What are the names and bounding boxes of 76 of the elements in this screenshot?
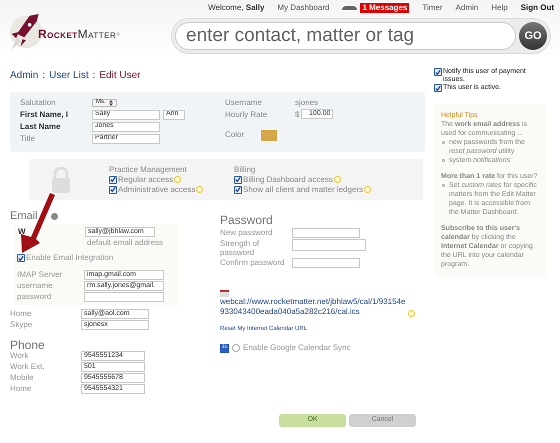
calendar-icon[interactable]: [220, 290, 229, 297]
search-field[interactable]: enter contact, matter or tag: [175, 22, 516, 50]
field-label: Color: [225, 129, 246, 141]
bullet-icon: [442, 141, 445, 144]
breadcrumb-link[interactable]: User List: [49, 68, 89, 82]
calendar-url-link[interactable]: webcal://www.rocketmatter.net/jbhlaw5/cal/1/93154e933043400eada040a5a282c216/cal.ics: [220, 297, 406, 317]
checkbox-label: Regular access: [118, 174, 174, 186]
welcome-text: Welcome, Sally: [208, 2, 264, 14]
breadcrumb-separator: :: [92, 68, 96, 82]
nav-link[interactable]: Help: [491, 2, 508, 14]
checkbox[interactable]: [109, 186, 117, 194]
logo[interactable]: RocketMatter$^{®}$: [8, 10, 120, 54]
field-label: Home: [10, 383, 32, 395]
lock-icon: [51, 166, 71, 192]
field-label: New password: [220, 228, 274, 237]
go-button[interactable]: GO: [519, 22, 547, 50]
hint-text: default email address: [87, 238, 164, 247]
group-title: Practice Management: [109, 164, 188, 174]
messages-link[interactable]: 1 Messages: [360, 2, 410, 12]
checkbox-label: Enable Google Calendar Sync: [243, 342, 351, 354]
checkbox[interactable]: [434, 68, 442, 76]
breadcrumb-link[interactable]: Admin: [10, 68, 38, 82]
breadcrumb-separator: :: [42, 68, 46, 82]
field-label: Home: [10, 308, 32, 320]
section-title: Email: [10, 208, 38, 224]
checkbox-label: Billing Dashboard access: [243, 174, 333, 186]
field-label: Username: [225, 97, 263, 109]
field-label: First Name, I: [20, 108, 70, 120]
breadcrumb-link[interactable]: Edit User: [99, 68, 140, 82]
currency-symbol: $: [295, 109, 300, 121]
checkbox[interactable]: [232, 344, 240, 352]
field-label: Mobile: [10, 372, 35, 384]
nav-link[interactable]: Timer: [422, 2, 443, 14]
help-icon[interactable]: [408, 310, 415, 317]
help-icon[interactable]: [50, 212, 58, 220]
password-field[interactable]: [292, 258, 360, 268]
password-strength-field[interactable]: [292, 239, 366, 251]
help-icon[interactable]: [196, 186, 204, 193]
checkbox[interactable]: [234, 186, 242, 194]
password-field[interactable]: [292, 228, 360, 238]
help-icon[interactable]: [174, 176, 182, 183]
field-label: username: [17, 280, 54, 292]
field-label: IMAP Server: [17, 269, 64, 281]
group-title: Billing: [234, 164, 256, 174]
checkbox-label: Show all client and matter ledgers: [243, 184, 364, 196]
checkbox[interactable]: [234, 176, 242, 184]
field-label: password: [17, 291, 52, 303]
bullet-icon: [442, 184, 445, 187]
checkbox[interactable]: [17, 254, 25, 262]
field-label: Last Name: [20, 120, 62, 132]
bullet-icon: [442, 159, 445, 162]
phone-icon: [342, 6, 358, 10]
field-label: Confirm password: [220, 258, 286, 267]
checkbox[interactable]: [109, 176, 117, 184]
help-icon[interactable]: [364, 186, 372, 193]
field-label: Title: [20, 132, 36, 144]
nav-link[interactable]: Sign Out: [520, 2, 554, 14]
checkbox-label: Administrative access: [118, 184, 196, 196]
section-title: Phone: [10, 337, 46, 351]
field-label: W: [17, 226, 27, 238]
color-swatch[interactable]: [261, 130, 277, 140]
field-label: Strength of password: [220, 239, 260, 257]
field-label: Salutation: [20, 96, 57, 108]
nav-link[interactable]: Admin: [456, 2, 478, 14]
nav-link[interactable]: My Dashboard: [277, 2, 330, 14]
input-field[interactable]: [84, 292, 164, 302]
field-label: Work Ext.: [10, 361, 46, 373]
help-icon[interactable]: [334, 176, 341, 183]
field-label: Hourly Rate: [225, 109, 268, 121]
field-label: Work: [10, 350, 30, 362]
checkbox-label: Enable Email Integration: [26, 252, 114, 264]
field-label: Skype: [10, 319, 34, 331]
updown-icon: [108, 100, 113, 106]
section-title: Password: [220, 212, 274, 227]
checkbox[interactable]: [434, 84, 442, 92]
username-text: sjones: [295, 97, 318, 109]
